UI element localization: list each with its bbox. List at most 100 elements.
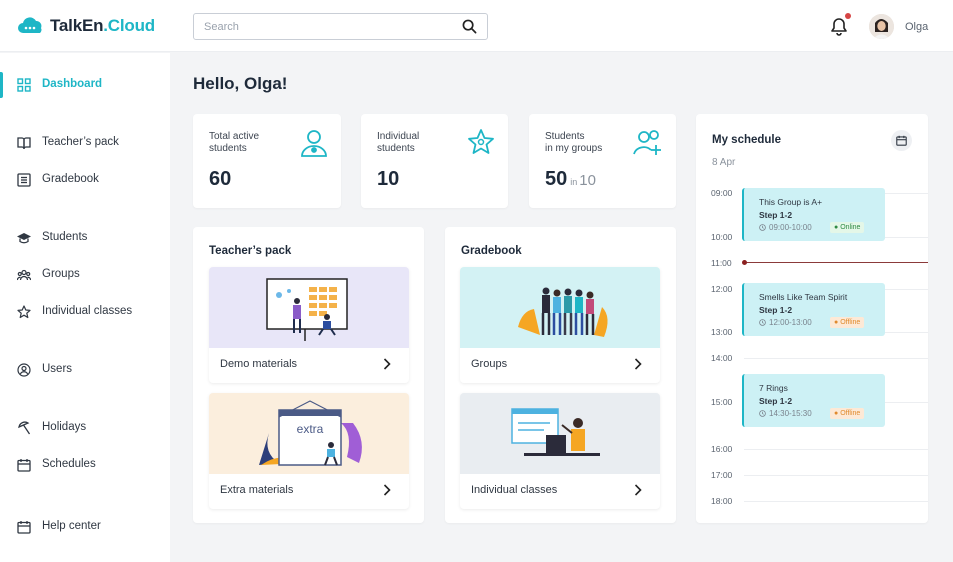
tile-label: Groups [471, 358, 508, 370]
chevron-right-icon[interactable] [634, 358, 642, 370]
hour-label: 15:00 [711, 397, 733, 407]
status-badge: ● Offline [830, 317, 865, 328]
stat-value: 10 [377, 168, 400, 190]
hour-label: 18:00 [711, 496, 733, 506]
sidebar-item-individual-classes[interactable]: Individual classes [0, 298, 170, 326]
clock-icon [759, 410, 766, 417]
logo-text: TalkEn.Cloud [50, 16, 155, 35]
status-badge: ● Online [830, 222, 865, 233]
event-name: This Group is A+ [759, 197, 823, 207]
clock-icon [759, 319, 766, 326]
beach-umbrella-icon [18, 421, 31, 435]
stat-card-individual-students: Individual students 10 [361, 114, 508, 208]
book-icon [17, 137, 31, 150]
sidebar-item-label: Dashboard [42, 78, 103, 90]
schedule-event[interactable]: Smells Like Team Spirit Step 1-2 12:00-1… [742, 283, 885, 336]
extra-materials-tile[interactable]: extra Extra materials [209, 393, 409, 509]
calendar-button[interactable] [891, 130, 912, 151]
hour-label: 11:00 [711, 258, 732, 268]
individual-classes-tile[interactable]: Individual classes [460, 393, 660, 509]
clock-icon [759, 224, 766, 231]
sidebar-item-label: Teacher’s pack [42, 136, 119, 148]
stat-label: Students in my groups [545, 131, 603, 154]
hour-label: 12:00 [711, 284, 733, 294]
sidebar-item-schedules[interactable]: Schedules [0, 451, 170, 479]
chevron-right-icon[interactable] [383, 484, 391, 496]
stat-in-text: in [570, 177, 578, 187]
top-header: TalkEn.Cloud Olga [0, 0, 953, 52]
schedule-card: My schedule 8 Apr 09:00 10:00 11:00 12:0… [696, 114, 928, 523]
schedule-event[interactable]: This Group is A+ Step 1-2 09:00-10:00 ● … [742, 188, 885, 241]
user-name[interactable]: Olga [905, 21, 928, 33]
current-time-dot [742, 260, 747, 265]
hour-label: 16:00 [711, 444, 733, 454]
hour-label: 14:00 [711, 353, 733, 363]
list-icon [17, 173, 31, 187]
hour-label: 09:00 [711, 188, 733, 198]
sidebar-item-teachers-pack[interactable]: Teacher’s pack [0, 129, 170, 157]
sidebar-item-groups[interactable]: Groups [0, 261, 170, 289]
people-icon [17, 269, 31, 281]
bell-icon[interactable] [830, 17, 848, 36]
sidebar-item-label: Gradebook [42, 173, 99, 185]
hour-label: 10:00 [711, 232, 733, 242]
individual-classes-illustration-icon [460, 393, 660, 474]
event-name: Smells Like Team Spirit [759, 292, 848, 302]
logo[interactable]: TalkEn.Cloud [16, 15, 155, 37]
extra-illustration-text: extra [297, 422, 324, 436]
demo-materials-tile[interactable]: Demo materials [209, 267, 409, 383]
calendar-help-icon [17, 521, 31, 534]
tile-label: Demo materials [220, 358, 298, 370]
event-step: Step 1-2 [759, 396, 793, 406]
hour-line [744, 501, 928, 502]
user-circle-icon [17, 363, 31, 377]
event-step: Step 1-2 [759, 305, 793, 315]
calendar-icon [17, 459, 31, 472]
section-title: Gradebook [461, 245, 522, 257]
sidebar-item-label: Holidays [42, 421, 87, 433]
sidebar-item-holidays[interactable]: Holidays [0, 414, 170, 442]
sidebar-item-label: Schedules [42, 458, 96, 470]
schedule-date: 8 Apr [712, 157, 736, 168]
sidebar-item-label: Groups [42, 268, 80, 280]
chevron-right-icon[interactable] [634, 484, 642, 496]
chevron-right-icon[interactable] [383, 358, 391, 370]
sidebar-item-label: Users [42, 363, 73, 375]
sidebar-item-users[interactable]: Users [0, 356, 170, 384]
sidebar-item-label: Help center [42, 520, 101, 532]
groups-tile[interactable]: Groups [460, 267, 660, 383]
hour-line [744, 358, 928, 359]
gradebook-card: Gradebook Groups Individual classes [445, 227, 676, 523]
search-input[interactable] [194, 14, 444, 39]
hour-line [744, 449, 928, 450]
hour-line [744, 475, 928, 476]
avatar[interactable] [869, 14, 894, 39]
avatar-image-icon [869, 14, 894, 39]
star-icon [17, 305, 31, 319]
sidebar-item-gradebook[interactable]: Gradebook [0, 166, 170, 194]
notification-dot [845, 13, 851, 19]
graduation-cap-icon [17, 233, 31, 244]
event-time: 09:00-10:00 [759, 223, 812, 232]
event-name: 7 Rings [759, 383, 788, 393]
teachers-pack-card: Teacher’s pack Demo materials extra Extr… [193, 227, 424, 523]
section-title: Teacher’s pack [209, 245, 292, 257]
stat-total: 10 [579, 172, 596, 189]
sidebar-item-dashboard[interactable]: Dashboard [0, 71, 170, 99]
cloud-logo-icon [18, 17, 42, 33]
schedule-event[interactable]: 7 Rings Step 1-2 14:30-15:30 ● Offline [742, 374, 885, 427]
sidebar-item-help-center[interactable]: Help center [0, 513, 170, 541]
students-icon [301, 130, 327, 157]
event-step: Step 1-2 [759, 210, 793, 220]
stat-value: 60 [209, 168, 232, 190]
sidebar-item-students[interactable]: Students [0, 224, 170, 252]
stat-label: Total active students [209, 131, 260, 154]
search-icon[interactable] [462, 19, 477, 34]
calendar-icon [896, 135, 907, 146]
current-time-line [745, 262, 928, 263]
search-box [193, 13, 488, 40]
stat-label: Individual students [377, 131, 420, 154]
event-time: 12:00-13:00 [759, 318, 812, 327]
tile-label: Individual classes [471, 484, 558, 496]
tile-label: Extra materials [220, 484, 294, 496]
